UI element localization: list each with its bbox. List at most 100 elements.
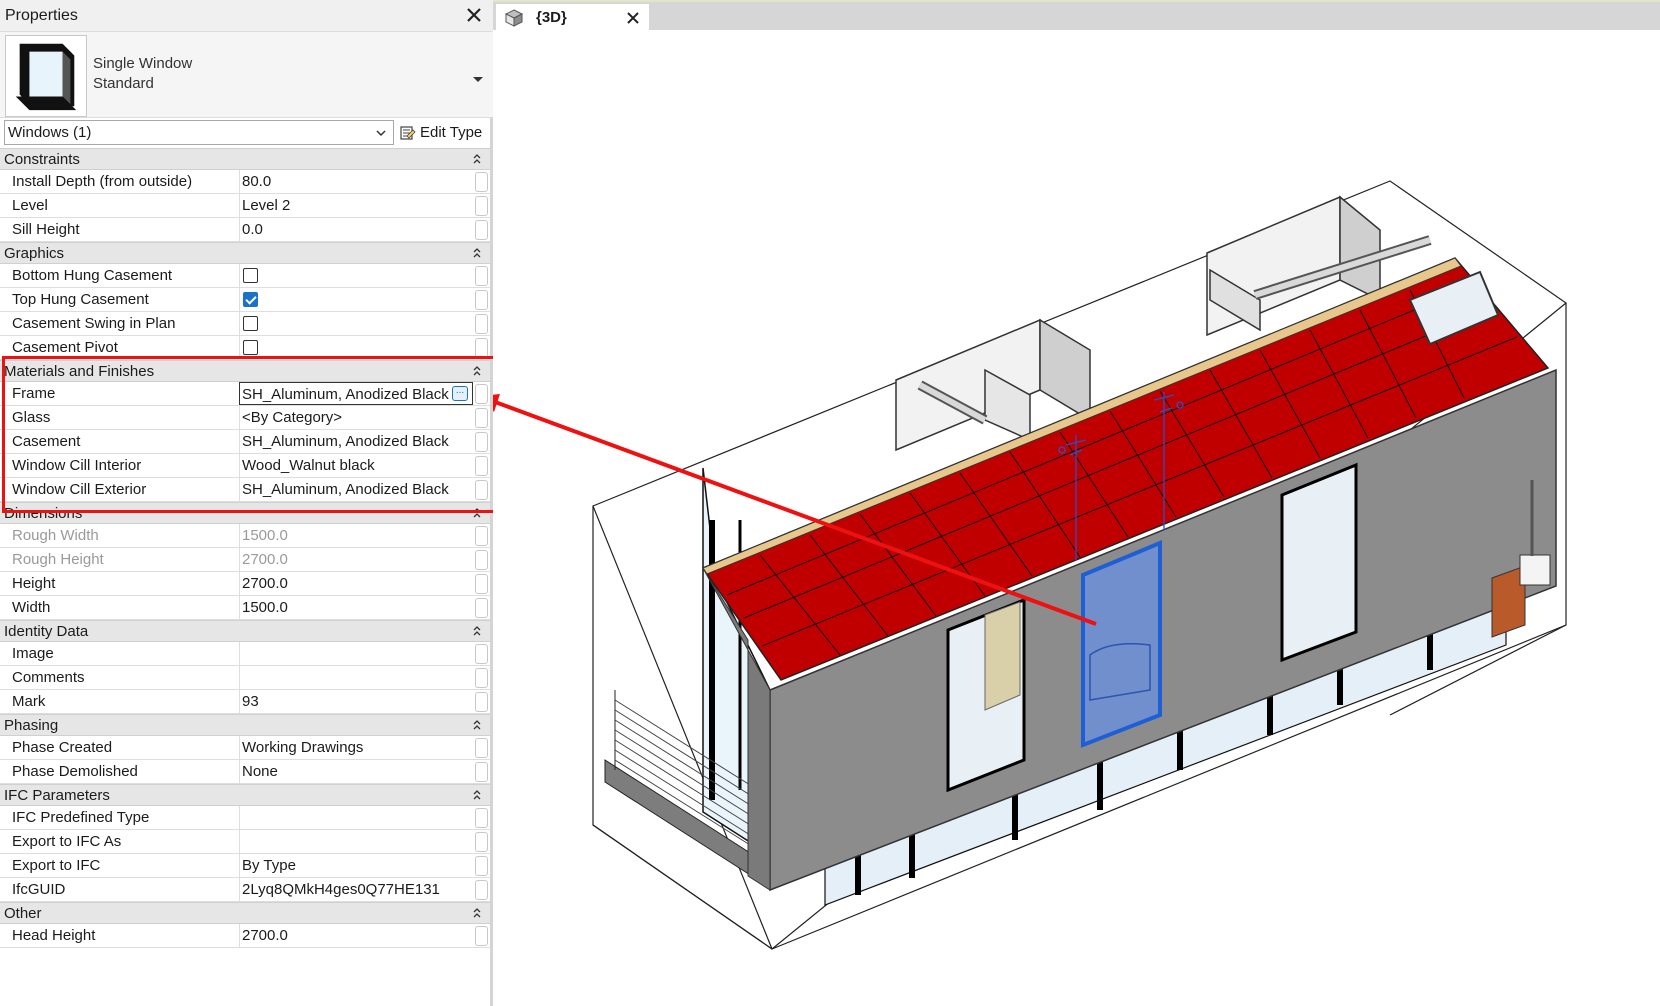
property-value[interactable] — [239, 264, 473, 287]
checkbox[interactable] — [243, 316, 258, 331]
associate-parameter-button[interactable] — [475, 832, 488, 852]
associate-parameter-button[interactable] — [475, 384, 488, 404]
property-row-rough-height: Rough Height 2700.0 — [0, 548, 490, 572]
edit-type-icon — [400, 126, 416, 140]
property-value[interactable]: 80.0 — [239, 170, 473, 193]
model-3d-canvas[interactable] — [493, 30, 1660, 1006]
associate-parameter-button[interactable] — [475, 314, 488, 334]
group-header-constraints[interactable]: Constraints — [0, 148, 490, 170]
close-icon[interactable] — [625, 10, 641, 26]
associate-parameter-button[interactable] — [475, 266, 488, 286]
property-value[interactable] — [239, 312, 473, 335]
collapse-icon[interactable] — [472, 907, 482, 919]
property-value[interactable]: Working Drawings — [239, 736, 473, 759]
property-row-glass: Glass <By Category> — [0, 406, 490, 430]
chevron-down-icon[interactable] — [471, 72, 485, 86]
group-header-graphics[interactable]: Graphics — [0, 242, 490, 264]
property-value[interactable]: 2700.0 — [239, 924, 473, 947]
associate-parameter-button[interactable] — [475, 290, 488, 310]
property-value[interactable] — [239, 806, 473, 829]
tab-3d[interactable]: {3D} — [496, 4, 649, 32]
associate-parameter-button[interactable] — [475, 598, 488, 618]
collapse-icon[interactable] — [472, 789, 482, 801]
property-value[interactable] — [239, 830, 473, 853]
associate-parameter-button[interactable] — [475, 880, 488, 900]
group-header-dimensions[interactable]: Dimensions — [0, 502, 490, 524]
view-tab-bar: {3D} — [493, 0, 1660, 32]
property-value[interactable]: Wood_Walnut black — [239, 454, 473, 477]
cube-3d-icon — [504, 9, 524, 27]
property-value[interactable]: By Type — [239, 854, 473, 877]
close-icon[interactable] — [461, 2, 487, 28]
collapse-icon[interactable] — [472, 247, 482, 259]
property-value[interactable]: 2700.0 — [239, 572, 473, 595]
associate-parameter-button[interactable] — [475, 738, 488, 758]
associate-parameter-button[interactable] — [475, 172, 488, 192]
group-header-identity-data[interactable]: Identity Data — [0, 620, 490, 642]
instance-filter-dropdown[interactable]: Windows (1) — [4, 120, 394, 145]
associate-parameter-button[interactable] — [475, 408, 488, 428]
property-name: Sill Height — [12, 221, 80, 238]
property-row-bottom-hung-casement: Bottom Hung Casement — [0, 264, 490, 288]
associate-parameter-button[interactable] — [475, 856, 488, 876]
property-value[interactable]: Level 2 — [239, 194, 473, 217]
property-value[interactable] — [239, 288, 473, 311]
group-header-materials-and-finishes[interactable]: Materials and Finishes — [0, 360, 490, 382]
checkbox[interactable] — [243, 292, 258, 307]
properties-grid: Constraints Install Depth (from outside) 8… — [0, 148, 490, 948]
property-value[interactable]: <By Category> — [239, 406, 473, 429]
associate-parameter-button[interactable] — [475, 550, 488, 570]
associate-parameter-button[interactable] — [475, 338, 488, 358]
group-header-ifc-parameters[interactable]: IFC Parameters — [0, 784, 490, 806]
property-value[interactable]: SH_Aluminum, Anodized Black — [239, 478, 473, 501]
property-name: Width — [12, 599, 51, 616]
group-header-phasing[interactable]: Phasing — [0, 714, 490, 736]
associate-parameter-button[interactable] — [475, 432, 488, 452]
collapse-icon[interactable] — [472, 365, 482, 377]
property-name: Phase Demolished — [12, 763, 138, 780]
properties-title-bar: Properties — [0, 0, 493, 32]
property-value[interactable]: 0.0 — [239, 218, 473, 241]
property-value-text: 93 — [242, 693, 259, 710]
checkbox[interactable] — [243, 340, 258, 355]
collapse-icon[interactable] — [472, 625, 482, 637]
associate-parameter-button[interactable] — [475, 196, 488, 216]
collapse-icon[interactable] — [472, 719, 482, 731]
associate-parameter-button[interactable] — [475, 668, 488, 688]
property-row-head-height: Head Height 2700.0 — [0, 924, 490, 948]
property-name: Head Height — [12, 927, 96, 944]
property-value[interactable]: SH_Aluminum, Anodized Black... — [239, 382, 473, 405]
property-value[interactable] — [239, 336, 473, 359]
property-value[interactable]: None — [239, 760, 473, 783]
associate-parameter-button[interactable] — [475, 644, 488, 664]
edit-type-label: Edit Type — [420, 124, 483, 141]
property-value[interactable] — [239, 666, 473, 689]
collapse-icon[interactable] — [472, 507, 482, 519]
property-value[interactable]: 93 — [239, 690, 473, 713]
edit-type-button[interactable]: Edit Type — [398, 121, 490, 145]
associate-parameter-button[interactable] — [475, 574, 488, 594]
browse-button-icon[interactable]: ... — [452, 386, 468, 401]
associate-parameter-button[interactable] — [475, 480, 488, 500]
associate-parameter-button[interactable] — [475, 926, 488, 946]
associate-parameter-button[interactable] — [475, 220, 488, 240]
associate-parameter-button[interactable] — [475, 456, 488, 476]
group-title: Materials and Finishes — [4, 363, 155, 380]
type-selector[interactable]: Single Window Standard — [0, 32, 493, 118]
property-value[interactable] — [239, 642, 473, 665]
associate-parameter-button[interactable] — [475, 762, 488, 782]
property-row-width: Width 1500.0 — [0, 596, 490, 620]
collapse-icon[interactable] — [472, 153, 482, 165]
property-value-text: Level 2 — [242, 197, 291, 214]
associate-parameter-button[interactable] — [475, 692, 488, 712]
property-value-text: By Type — [242, 857, 296, 874]
group-title: Dimensions — [4, 505, 83, 522]
associate-parameter-button[interactable] — [475, 808, 488, 828]
group-header-other[interactable]: Other — [0, 902, 490, 924]
property-value[interactable]: 1500.0 — [239, 596, 473, 619]
property-name: Casement Swing in Plan — [12, 315, 176, 332]
property-value[interactable]: SH_Aluminum, Anodized Black — [239, 430, 473, 453]
property-value[interactable]: 2Lyq8QMkH4ges0Q77HE131 — [239, 878, 473, 901]
associate-parameter-button[interactable] — [475, 526, 488, 546]
checkbox[interactable] — [243, 268, 258, 283]
